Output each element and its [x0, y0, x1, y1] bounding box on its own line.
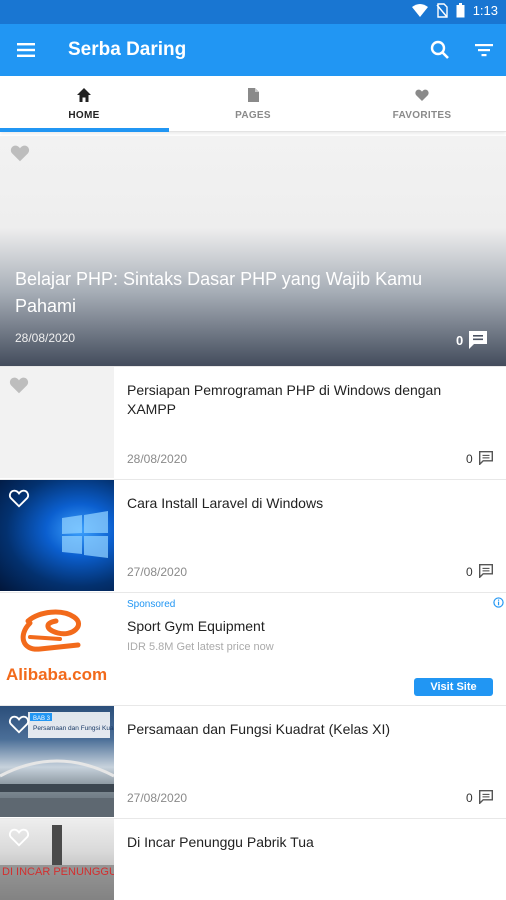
- comment-icon: [479, 790, 493, 805]
- tab-home[interactable]: HOME: [0, 76, 168, 132]
- article-thumbnail: [0, 480, 114, 591]
- article-title: Cara Install Laravel di Windows: [127, 495, 324, 511]
- comment-icon: [479, 451, 493, 466]
- tab-home-label: HOME: [68, 110, 100, 121]
- favorite-heart-icon[interactable]: [8, 374, 30, 396]
- article-date: 27/08/2020: [127, 791, 188, 805]
- comment-count: 0: [466, 452, 473, 466]
- page-icon: [245, 87, 261, 103]
- article-date: 28/08/2020: [127, 452, 188, 466]
- comment-icon: [479, 564, 493, 579]
- thumbnail-caption-text: Persamaan dan Fungsi Kuadrat: [33, 725, 114, 732]
- sponsored-ad[interactable]: Alibaba.com Sponsored Sport Gym Equipmen…: [0, 592, 506, 704]
- heart-icon: [414, 87, 430, 103]
- wifi-icon: [411, 3, 428, 18]
- list-item[interactable]: Cara Install Laravel di Windows 27/08/20…: [0, 479, 506, 591]
- featured-date: 28/08/2020: [15, 331, 76, 345]
- ad-description: IDR 5.8M Get latest price now: [127, 641, 274, 653]
- comment-icon: [468, 330, 488, 350]
- list-item[interactable]: DI INCAR PENUNGGU PABRIK TUA Di Incar Pe…: [0, 818, 506, 900]
- article-thumbnail: BAB 3 Persamaan dan Fungsi Kuadrat: [0, 706, 114, 817]
- status-time: 1:13: [472, 3, 498, 18]
- featured-title: Belajar PHP: Sintaks Dasar PHP yang Waji…: [15, 269, 423, 316]
- filter-icon[interactable]: [472, 38, 496, 62]
- ad-title: Sport Gym Equipment: [127, 618, 265, 634]
- thumbnail-chapter-text: BAB 3: [33, 716, 51, 722]
- app-bar: Serba Daring: [0, 24, 506, 76]
- no-sim-icon: [436, 3, 448, 18]
- article-title: Persamaan dan Fungsi Kuadrat (Kelas XI): [127, 721, 391, 737]
- comment-count: 0: [466, 791, 473, 805]
- favorite-heart-icon[interactable]: [8, 487, 30, 509]
- ad-info-icon[interactable]: [493, 595, 504, 608]
- favorite-heart-icon[interactable]: [8, 713, 30, 735]
- app-title: Serba Daring: [68, 39, 187, 60]
- sponsored-label: Sponsored: [127, 599, 176, 610]
- article-thumbnail: DI INCAR PENUNGGU PABRIK TUA: [0, 819, 114, 900]
- article-date: 27/08/2020: [127, 565, 188, 579]
- status-bar: 1:13: [0, 0, 506, 24]
- thumbnail-caption-text: DI INCAR PENUNGGU PABRIK TUA: [2, 866, 114, 878]
- search-icon[interactable]: [428, 38, 452, 62]
- featured-article[interactable]: Belajar PHP: Sintaks Dasar PHP yang Waji…: [0, 136, 506, 366]
- favorite-heart-icon[interactable]: [9, 142, 31, 164]
- article-title: Di Incar Penunggu Pabrik Tua: [127, 834, 314, 850]
- visit-site-button[interactable]: Visit Site: [414, 678, 493, 696]
- article-title: Persiapan Pemrograman PHP di Windows den…: [127, 382, 442, 417]
- tab-pages-label: PAGES: [235, 110, 271, 121]
- list-item[interactable]: Persiapan Pemrograman PHP di Windows den…: [0, 366, 506, 478]
- active-tab-indicator: [0, 128, 169, 132]
- list-item[interactable]: BAB 3 Persamaan dan Fungsi Kuadrat Persa…: [0, 705, 506, 817]
- favorite-heart-icon[interactable]: [8, 826, 30, 848]
- featured-comment-count: 0: [456, 333, 464, 348]
- advertiser-logo: Alibaba.com: [0, 593, 114, 704]
- home-icon: [76, 87, 92, 103]
- tab-favorites-label: FAVORITES: [392, 110, 452, 121]
- advertiser-logo-text: Alibaba.com: [6, 665, 107, 684]
- tab-bar: HOME PAGES FAVORITES: [0, 76, 506, 132]
- tab-pages[interactable]: PAGES: [169, 76, 337, 132]
- tab-favorites[interactable]: FAVORITES: [338, 76, 506, 132]
- battery-icon: [456, 3, 465, 18]
- article-thumbnail: [0, 367, 114, 478]
- menu-icon[interactable]: [14, 38, 38, 62]
- comment-count: 0: [466, 565, 473, 579]
